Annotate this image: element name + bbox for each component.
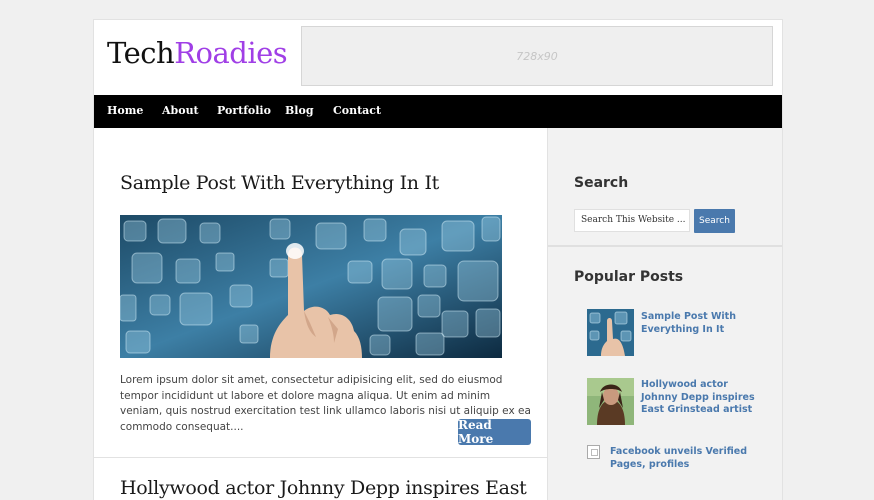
image-placeholder-icon — [587, 445, 600, 459]
nav-contact[interactable]: Contact — [333, 104, 381, 117]
logo-part-tech: Tech — [107, 36, 175, 70]
post-featured-image[interactable] — [120, 215, 502, 358]
popular-post-link[interactable]: Facebook unveils Verified Pages, profile… — [610, 446, 770, 471]
page-container: TechRoadies 728x90 Home About Portfolio … — [93, 19, 783, 500]
nav-portfolio[interactable]: Portfolio — [217, 104, 271, 117]
ad-size-label: 728x90 — [516, 49, 558, 63]
popular-post-link[interactable]: Sample Post With Everything In It — [641, 311, 741, 336]
content-area: Sample Post With Everything In It Lorem … — [94, 128, 547, 500]
popular-post-thumbnail[interactable] — [587, 309, 634, 356]
site-logo[interactable]: TechRoadies — [107, 36, 288, 70]
post-divider — [94, 457, 547, 458]
search-widget-title: Search — [574, 175, 629, 191]
nav-home[interactable]: Home — [107, 104, 143, 117]
post-title[interactable]: Hollywood actor Johnny Depp inspires Eas… — [120, 477, 527, 499]
sidebar-divider — [548, 245, 782, 247]
read-more-button[interactable]: Read More — [458, 418, 531, 446]
popular-posts-title: Popular Posts — [574, 269, 684, 285]
touchscreen-thumb-image — [587, 309, 634, 356]
ad-banner[interactable]: 728x90 — [301, 26, 773, 86]
logo-part-roadies: Roadies — [174, 36, 288, 70]
popular-post-link[interactable]: Hollywood actor Johnny Depp inspires Eas… — [641, 379, 763, 417]
touchscreen-image — [120, 215, 502, 358]
sidebar: Search Search This Website ... Search Po… — [547, 128, 782, 500]
johnny-depp-thumb-image — [587, 378, 634, 425]
nav-blog[interactable]: Blog — [285, 104, 314, 117]
main-nav: Home About Portfolio Blog Contact — [94, 95, 782, 128]
site-header: TechRoadies 728x90 — [94, 20, 782, 95]
nav-about[interactable]: About — [162, 104, 199, 117]
search-button[interactable]: Search — [694, 209, 735, 233]
post-title[interactable]: Sample Post With Everything In It — [120, 172, 439, 194]
popular-post-thumbnail[interactable] — [587, 378, 634, 425]
search-input[interactable]: Search This Website ... — [574, 209, 690, 232]
